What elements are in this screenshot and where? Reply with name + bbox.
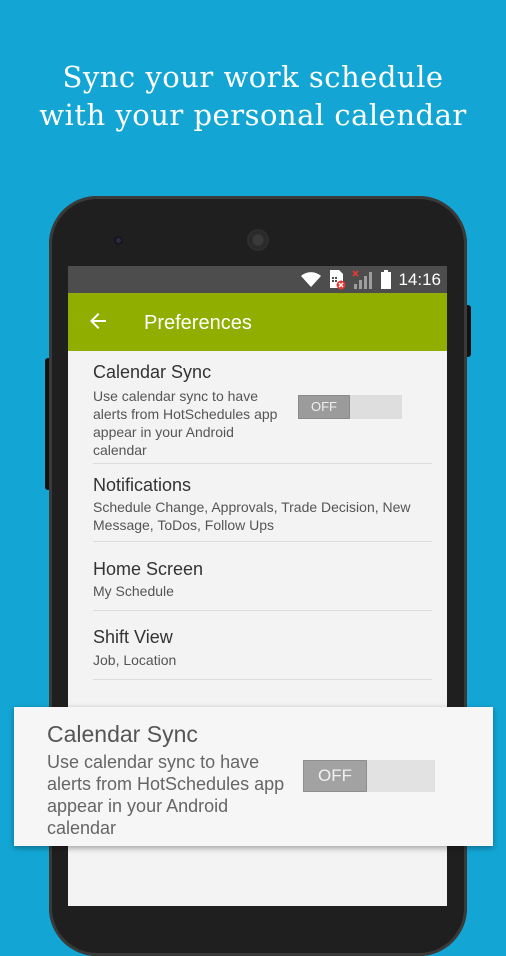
signal-icon <box>352 269 373 289</box>
pref-shift-view[interactable]: Shift View Job, Location <box>93 611 432 680</box>
promo-headline: Sync your work schedule with your person… <box>0 58 506 134</box>
toggle-knob: OFF <box>298 395 350 419</box>
pref-calendar-sync[interactable]: Calendar Sync Use calendar sync to have … <box>93 351 432 464</box>
earpiece-speaker <box>247 229 269 251</box>
preferences-list: Calendar Sync Use calendar sync to have … <box>93 351 432 680</box>
status-bar: 14:16 <box>68 266 447 293</box>
wifi-icon <box>301 271 322 287</box>
calendar-sync-toggle[interactable]: OFF <box>298 395 402 419</box>
headline-line-1: Sync your work schedule <box>62 60 444 94</box>
pref-title: Home Screen <box>93 559 204 579</box>
status-time: 14:16 <box>398 269 441 289</box>
headline-line-2: with your personal calendar <box>39 98 467 132</box>
battery-icon <box>381 269 392 289</box>
pref-title: Calendar Sync <box>93 362 212 382</box>
pref-summary: Job, Location <box>93 652 177 668</box>
zoom-card-summary: Use calendar sync to have alerts from Ho… <box>47 752 285 838</box>
app-bar: Preferences <box>68 293 447 351</box>
page-title: Preferences <box>144 312 252 334</box>
pref-title: Shift View <box>93 627 173 647</box>
arrow-left-icon[interactable] <box>86 309 110 333</box>
calendar-sync-zoom-card[interactable]: Calendar Sync Use calendar sync to have … <box>14 707 493 846</box>
zoom-card-title: Calendar Sync <box>47 721 198 747</box>
front-camera <box>114 236 123 245</box>
pref-home-screen[interactable]: Home Screen My Schedule <box>93 542 432 611</box>
pref-title: Notifications <box>93 475 192 495</box>
pref-summary: My Schedule <box>93 583 174 599</box>
pref-notifications[interactable]: Notifications Schedule Change, Approvals… <box>93 464 432 542</box>
sim-card-error-icon <box>330 270 346 290</box>
calendar-sync-toggle-large[interactable]: OFF <box>303 760 435 792</box>
pref-summary: Schedule Change, Approvals, Trade Decisi… <box>93 499 411 533</box>
toggle-knob: OFF <box>303 760 367 792</box>
pref-summary: Use calendar sync to have alerts from Ho… <box>93 388 278 458</box>
